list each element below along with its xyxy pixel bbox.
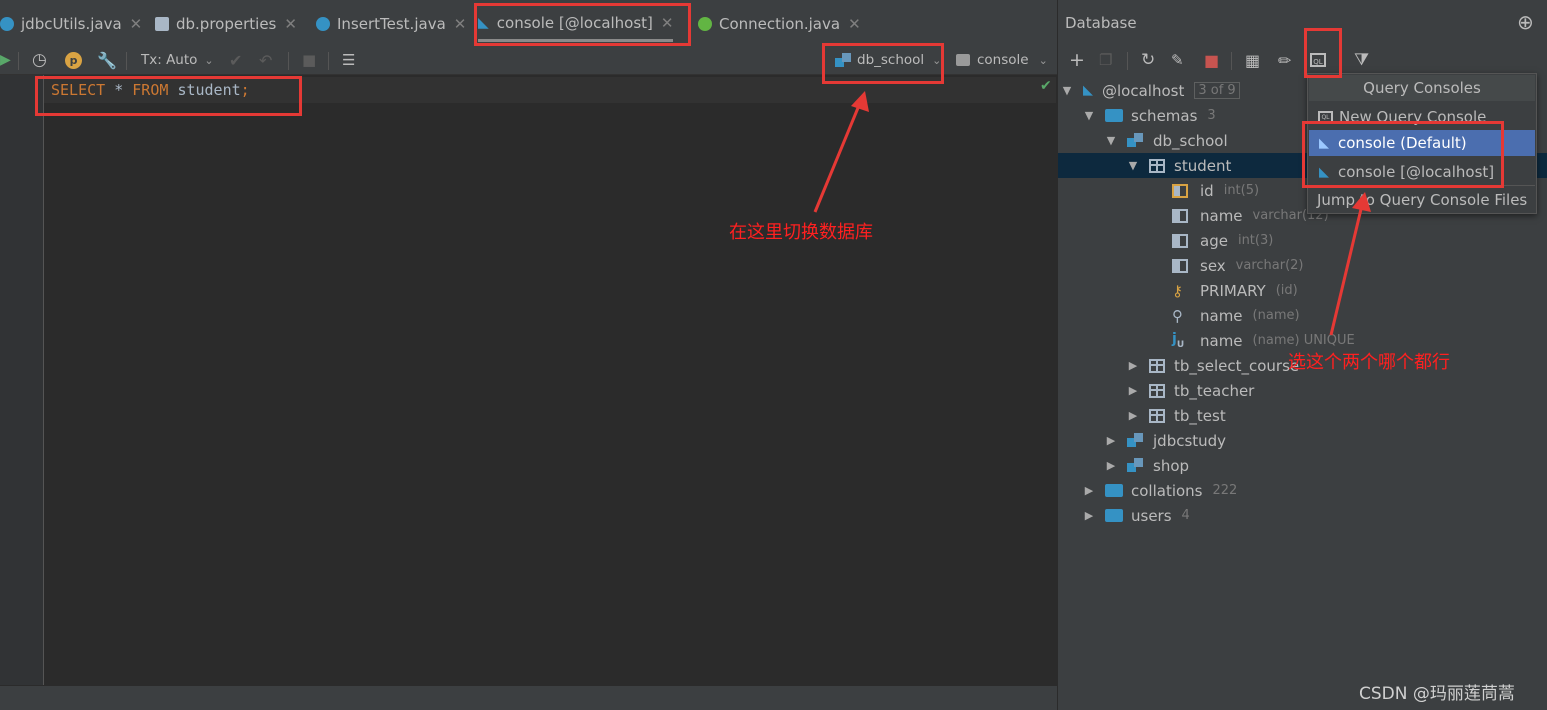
arrowhead [851,91,869,112]
annotation-choose-either: 选这个两个哪个都行 [1288,352,1450,373]
arrowhead [1352,192,1371,212]
annotation-switch-db: 在这里切换数据库 [729,222,873,243]
arrow-to-console-items [1329,204,1364,336]
arrow-to-schema-selector [813,102,862,213]
watermark: CSDN @玛丽莲茼蒿 [1359,684,1515,704]
